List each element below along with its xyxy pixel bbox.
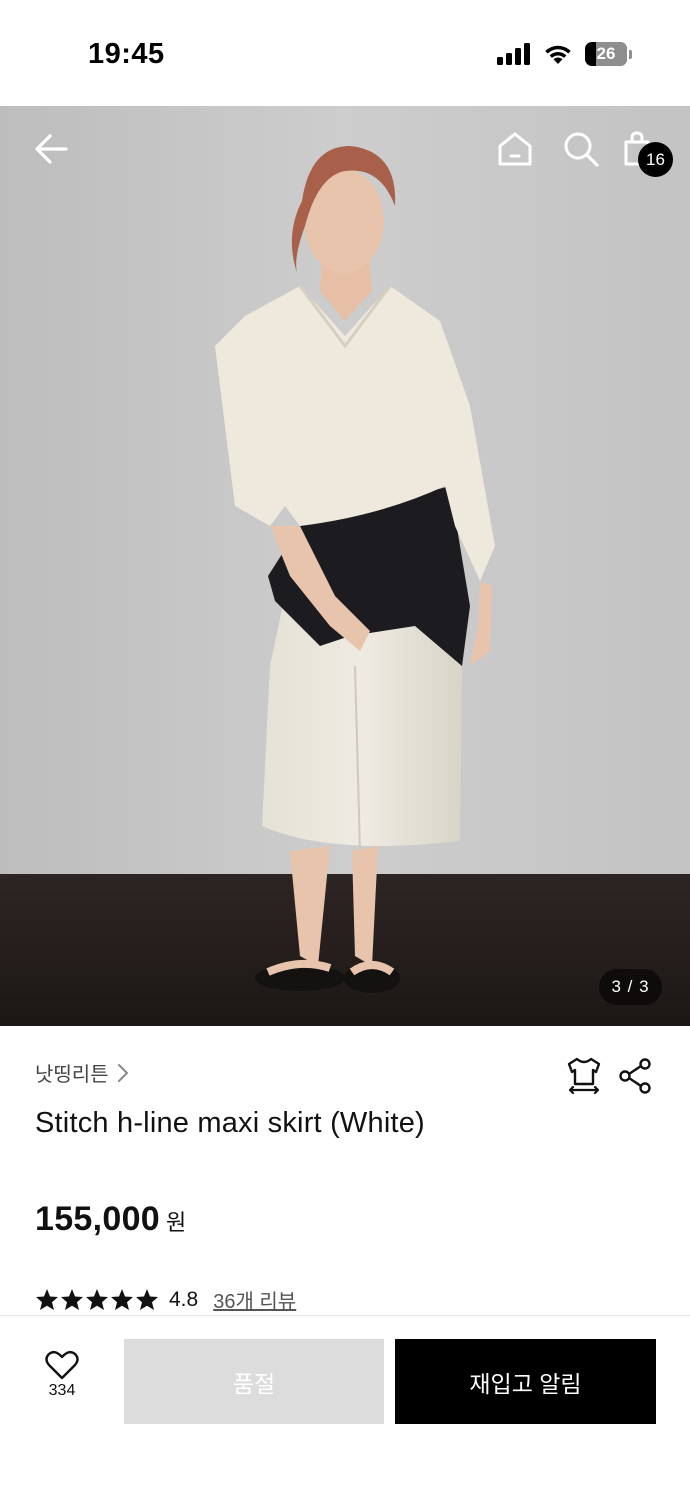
battery-level: 26 [596,44,616,63]
back-button[interactable] [33,131,69,167]
rating-value: 4.8 [169,1287,199,1311]
product-title: Stitch h-line maxi skirt (White) [35,1107,425,1139]
price-row: 155,000 원 [35,1200,186,1239]
home-button[interactable] [496,130,534,168]
search-icon [564,132,599,167]
restock-alert-button[interactable]: 재입고 알림 [395,1339,656,1424]
battery-tip [629,49,632,59]
heart-icon [45,1350,79,1380]
size-guide-button[interactable] [564,1056,604,1101]
battery-icon: 26 [585,42,627,66]
wifi-icon [545,45,571,64]
back-arrow-icon [35,134,68,164]
status-bar: 19:45 26 [0,0,690,106]
star-icon [86,1289,108,1310]
star-icon [136,1289,158,1310]
model-photo [0,106,690,1026]
price-value: 155,000 [35,1200,161,1238]
search-button[interactable] [562,130,600,168]
brand-name: 낫띵리튼 [35,1064,109,1086]
gallery-page-indicator: 3 / 3 [599,969,662,1005]
soldout-button[interactable]: 품절 [124,1339,384,1424]
like-button[interactable]: 334 [28,1350,96,1418]
star-icon [111,1289,133,1310]
share-icon [619,1058,651,1094]
star-icon [61,1289,83,1310]
cellular-signal-icon [497,43,530,65]
status-icons: 26 [497,42,632,66]
home-icon [498,132,532,166]
cart-count-badge: 16 [638,142,673,177]
product-image[interactable]: 3 / 3 [0,106,690,1026]
review-link[interactable]: 36개 리뷰 [213,1285,296,1314]
status-time: 19:45 [88,38,165,70]
share-button[interactable] [618,1058,652,1099]
price-currency: 원 [166,1210,187,1235]
rating-row: 4.8 36개 리뷰 [35,1285,296,1314]
star-icon [36,1289,58,1310]
chevron-right-icon [117,1063,128,1082]
like-count: 334 [48,1382,76,1399]
size-guide-shirt-icon [567,1057,601,1095]
rating-stars [35,1288,159,1311]
brand-link[interactable]: 낫띵리튼 [35,1058,129,1087]
